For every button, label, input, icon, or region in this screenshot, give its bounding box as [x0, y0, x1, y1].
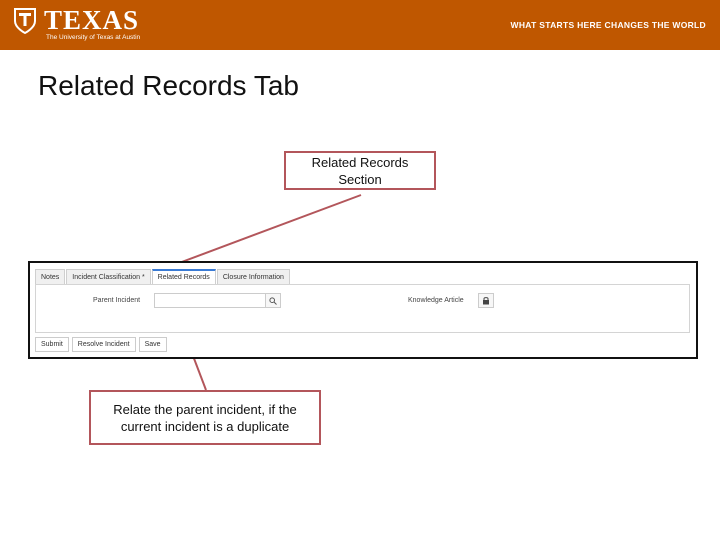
parent-incident-input[interactable]	[154, 293, 266, 308]
brand-name: TEXAS	[44, 5, 140, 35]
parent-incident-label: Parent Incident	[93, 297, 141, 304]
slide-title: Related Records Tab	[38, 70, 299, 101]
search-icon	[269, 296, 277, 305]
callout-parent-incident: Relate the parent incident, if the curre…	[89, 390, 321, 445]
brand-subtitle: The University of Texas at Austin	[46, 34, 141, 41]
submit-button[interactable]: Submit	[35, 337, 69, 352]
knowledge-article-button[interactable]	[478, 293, 494, 308]
pointer-line-top	[162, 194, 362, 270]
header-bar: TEXAS The University of Texas at Austin …	[0, 0, 720, 50]
resolve-incident-button[interactable]: Resolve Incident	[71, 337, 136, 352]
knowledge-article-label: Knowledge Article	[408, 297, 464, 304]
form-actions: Submit Resolve Incident Save	[35, 337, 170, 352]
related-records-panel: Parent Incident Knowledge Article	[35, 284, 690, 333]
tab-related-records[interactable]: Related Records	[151, 269, 216, 285]
shield-icon	[14, 8, 36, 34]
parent-incident-search-button[interactable]	[265, 293, 281, 308]
save-button[interactable]: Save	[138, 337, 167, 352]
tab-bar: Notes Incident Classification * Related …	[35, 269, 291, 285]
tab-notes[interactable]: Notes	[35, 269, 66, 285]
lock-icon	[483, 297, 489, 305]
brand-logo: TEXAS The University of Texas at Austin	[14, 6, 140, 44]
callout-related-records: Related Records Section	[284, 151, 436, 190]
callout-related-records-text: Related Records Section	[311, 154, 409, 187]
callout-parent-incident-text: Relate the parent incident, if the curre…	[113, 401, 297, 434]
form-screenshot: Notes Incident Classification * Related …	[28, 261, 698, 359]
tab-closure-information[interactable]: Closure Information	[216, 269, 290, 285]
tab-incident-classification[interactable]: Incident Classification *	[66, 269, 151, 285]
tagline: WHAT STARTS HERE CHANGES THE WORLD	[510, 20, 706, 30]
